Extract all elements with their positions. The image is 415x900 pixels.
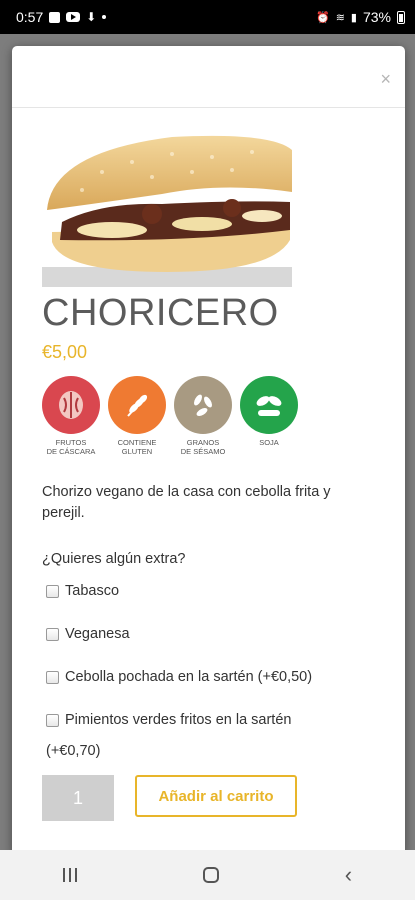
allergen-label: FRUTOS DE CÁSCARA bbox=[46, 438, 96, 456]
clock: 0:57 bbox=[16, 9, 44, 25]
home-icon[interactable] bbox=[202, 867, 219, 883]
youtube-icon bbox=[66, 12, 81, 22]
quantity-input[interactable]: 1 bbox=[42, 775, 114, 821]
checkbox[interactable] bbox=[46, 584, 59, 598]
extra-price-pimientos: (+€0,70) bbox=[46, 743, 101, 759]
nut-icon bbox=[42, 376, 100, 434]
app-notification-icon bbox=[49, 11, 61, 23]
checkbox[interactable] bbox=[46, 627, 59, 641]
soy-icon bbox=[240, 376, 298, 434]
wheat-icon bbox=[108, 376, 166, 434]
download-icon: ⬇ bbox=[86, 10, 97, 24]
allergen-soy: SOJA bbox=[240, 376, 298, 456]
battery-icon bbox=[397, 10, 405, 24]
modal-header: × bbox=[12, 46, 405, 108]
wifi-icon: ≋ bbox=[335, 11, 345, 24]
extra-option-cebolla[interactable]: Cebolla pochada en la sartén (+€0,50) bbox=[46, 669, 312, 685]
allergen-nuts: FRUTOS DE CÁSCARA bbox=[42, 376, 100, 456]
more-notifications-icon bbox=[102, 15, 107, 19]
allergen-label: SOJA bbox=[259, 438, 279, 447]
extra-label: Veganesa bbox=[65, 626, 130, 642]
extra-label: Cebolla pochada en la sartén (+€0,50) bbox=[65, 669, 313, 685]
add-to-cart-button[interactable]: Añadir al carrito bbox=[135, 775, 297, 817]
product-title: CHORICERO bbox=[42, 292, 279, 334]
product-image bbox=[42, 132, 292, 287]
product-price: €5,00 bbox=[42, 342, 88, 362]
sesame-icon bbox=[174, 376, 232, 434]
alarm-icon: ⏰ bbox=[315, 11, 330, 24]
extras-title: ¿Quieres algún extra? bbox=[42, 551, 186, 567]
signal-icon: ▮ bbox=[350, 11, 357, 24]
allergen-sesame: GRANOS DE SÉSAMO bbox=[174, 376, 232, 456]
status-bar: 0:57 ⬇ ⏰ ≋ ▮ 73% bbox=[0, 0, 415, 34]
extra-label: Tabasco bbox=[65, 583, 120, 599]
extra-option-veganesa[interactable]: Veganesa bbox=[46, 626, 130, 642]
allergen-label: GRANOS DE SÉSAMO bbox=[180, 438, 226, 456]
recents-icon[interactable] bbox=[62, 868, 77, 882]
extra-option-pimientos[interactable]: Pimientos verdes fritos en la sartén bbox=[46, 712, 291, 728]
back-icon[interactable]: ‹ bbox=[345, 862, 352, 888]
battery-percent: 73% bbox=[362, 9, 391, 25]
checkbox[interactable] bbox=[46, 670, 59, 684]
android-nav-bar: ‹ bbox=[0, 850, 415, 900]
product-description: Chorizo vegano de la casa con cebolla fr… bbox=[42, 484, 331, 522]
allergen-label: CONTIENE GLUTEN bbox=[117, 438, 157, 456]
allergen-list: FRUTOS DE CÁSCARA CONTIENE GLUTEN GRANOS… bbox=[42, 376, 298, 456]
product-modal: × CHORICERO €5,00 FRUTOS DE CÁSCARA CONT… bbox=[12, 46, 405, 856]
extra-label: Pimientos verdes fritos en la sartén bbox=[65, 712, 292, 728]
allergen-gluten: CONTIENE GLUTEN bbox=[108, 376, 166, 456]
checkbox[interactable] bbox=[46, 713, 59, 727]
extra-option-tabasco[interactable]: Tabasco bbox=[46, 583, 119, 599]
close-button[interactable]: × bbox=[380, 70, 391, 88]
